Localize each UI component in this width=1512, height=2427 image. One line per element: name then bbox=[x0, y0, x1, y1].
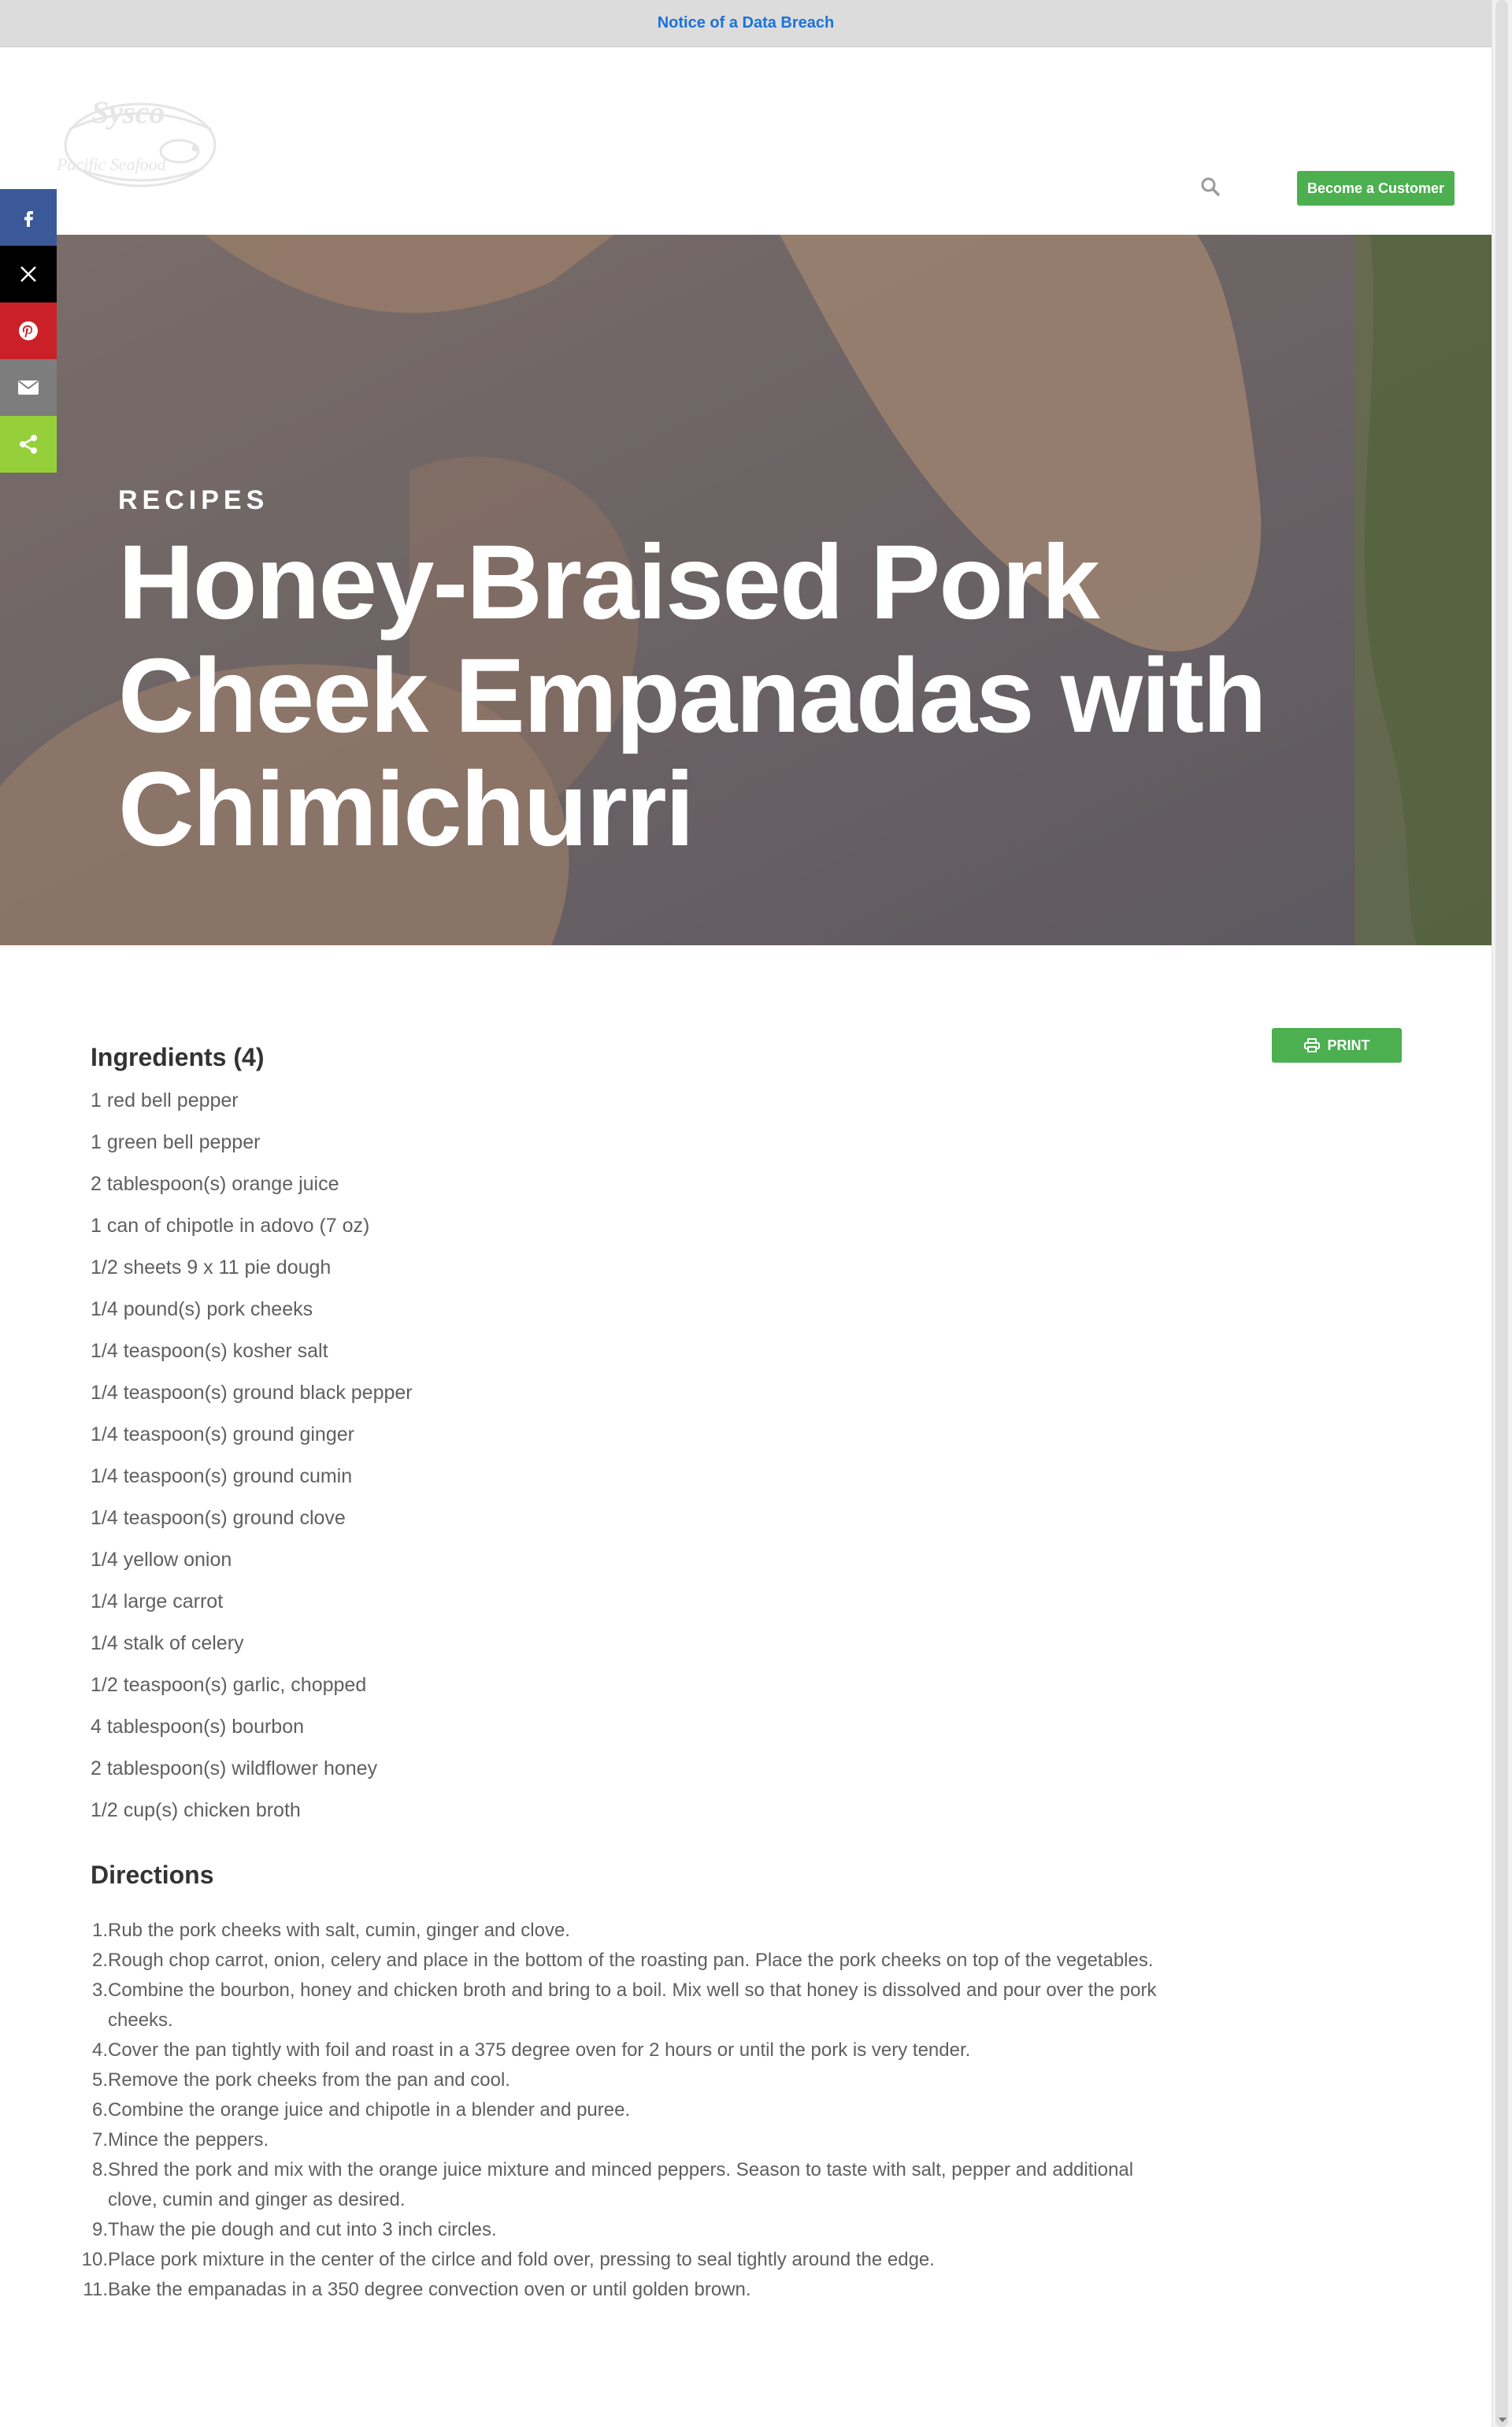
directions-list: 1. Rub the pork cheeks with salt, cumin, … bbox=[82, 1916, 1162, 2305]
share-pinterest-button[interactable] bbox=[0, 302, 57, 359]
step-number: 4. bbox=[91, 2039, 108, 2061]
ingredient-item: 1/4 teaspoon(s) ground clove bbox=[91, 1507, 346, 1529]
direction-step: 6. Combine the orange juice and chipotle … bbox=[91, 2095, 1162, 2125]
svg-text:Sysco: Sysco bbox=[91, 95, 165, 130]
search-button[interactable] bbox=[1197, 173, 1224, 200]
ingredient-item: 1/2 cup(s) chicken broth bbox=[91, 1799, 301, 1821]
ingredients-heading: Ingredients (4) bbox=[91, 1043, 265, 1071]
pinterest-icon bbox=[19, 321, 38, 340]
ingredient-item: 1/4 pound(s) pork cheeks bbox=[91, 1298, 313, 1320]
notice-bar: Notice of a Data Breach bbox=[0, 0, 1492, 47]
page-scrollbar[interactable] bbox=[1492, 0, 1512, 2427]
step-number: 6. bbox=[91, 2099, 108, 2121]
ingredients-list: 1 red bell pepper 1 green bell pepper 2 … bbox=[91, 1081, 413, 1832]
ingredient-item: 1/4 teaspoon(s) kosher salt bbox=[91, 1340, 328, 1362]
ingredient-item: 1/2 teaspoon(s) garlic, chopped bbox=[91, 1674, 367, 1696]
facebook-icon bbox=[24, 211, 33, 227]
ingredient-item: 1/4 stalk of celery bbox=[91, 1632, 244, 1654]
scrollbar-thumb[interactable] bbox=[1495, 0, 1508, 2427]
direction-step: 11. Bake the empanadas in a 350 degree co… bbox=[83, 2275, 1162, 2305]
share-icon bbox=[20, 435, 37, 454]
ingredient-item: 1/4 teaspoon(s) ground ginger bbox=[91, 1423, 354, 1445]
hero-eyebrow: RECIPES bbox=[118, 485, 269, 515]
ingredient-item: 1 can of chipotle in adovo (7 oz) bbox=[91, 1215, 370, 1237]
direction-step: 8. Shred the pork and mix with the orange… bbox=[91, 2155, 1162, 2215]
direction-step: 10. Place pork mixture in the center of t… bbox=[82, 2245, 1162, 2275]
ingredient-item: 1 red bell pepper bbox=[91, 1089, 239, 1111]
site-header: Sysco Pacific Seafood Become a Customer bbox=[0, 47, 1492, 235]
directions-heading: Directions bbox=[91, 1861, 214, 1889]
share-x-button[interactable] bbox=[0, 246, 57, 302]
print-button[interactable]: PRINT bbox=[1272, 1028, 1402, 1063]
hero-banner: RECIPES Honey-Braised Pork Cheek Empanad… bbox=[0, 235, 1492, 945]
email-icon bbox=[18, 380, 39, 395]
ingredient-item: 1/2 sheets 9 x 11 pie dough bbox=[91, 1256, 332, 1278]
step-number: 7. bbox=[91, 2129, 108, 2151]
ingredient-item: 1 green bell pepper bbox=[91, 1131, 261, 1153]
direction-step: 7. Mince the peppers. bbox=[91, 2125, 1162, 2155]
become-customer-button[interactable]: Become a Customer bbox=[1297, 171, 1455, 206]
page-title: Honey-Braised Pork Cheek Empanadas with … bbox=[118, 524, 1267, 868]
logo-graphic: Sysco Pacific Seafood bbox=[56, 95, 217, 187]
site-logo[interactable]: Sysco Pacific Seafood bbox=[46, 82, 235, 200]
ingredient-item: 1/4 large carrot bbox=[91, 1590, 224, 1612]
direction-step: 9. Thaw the pie dough and cut into 3 inch… bbox=[91, 2215, 1162, 2245]
printer-icon bbox=[1303, 1038, 1320, 1052]
direction-step: 3. Combine the bourbon, honey and chicken… bbox=[91, 1976, 1162, 2035]
search-icon bbox=[1201, 177, 1220, 196]
step-number: 10. bbox=[81, 2249, 108, 2270]
ingredient-item: 4 tablespoon(s) bourbon bbox=[91, 1716, 305, 1738]
scroll-down-arrow-icon[interactable] bbox=[1499, 2418, 1506, 2422]
step-number: 8. bbox=[91, 2159, 108, 2180]
direction-step: 1. Rub the pork cheeks with salt, cumin, … bbox=[91, 1916, 1162, 1946]
ingredient-item: 1/4 teaspoon(s) ground black pepper bbox=[91, 1382, 413, 1404]
step-number: 1. bbox=[91, 1920, 108, 1941]
share-more-button[interactable] bbox=[0, 416, 57, 473]
ingredient-item: 1/4 teaspoon(s) ground cumin bbox=[91, 1465, 353, 1487]
ingredient-item: 2 tablespoon(s) orange juice bbox=[91, 1173, 339, 1195]
social-share-bar bbox=[0, 189, 57, 473]
direction-step: 4. Cover the pan tightly with foil and ro… bbox=[91, 2035, 1162, 2065]
share-facebook-button[interactable] bbox=[0, 189, 57, 246]
data-breach-notice-link[interactable]: Notice of a Data Breach bbox=[658, 14, 835, 32]
step-number: 11. bbox=[83, 2279, 108, 2300]
svg-text:Pacific Seafood: Pacific Seafood bbox=[56, 154, 167, 174]
direction-step: 5. Remove the pork cheeks from the pan an… bbox=[91, 2065, 1162, 2095]
step-number: 9. bbox=[91, 2219, 108, 2240]
x-icon bbox=[20, 266, 36, 282]
step-number: 5. bbox=[91, 2069, 108, 2091]
ingredient-item: 1/4 yellow onion bbox=[91, 1549, 232, 1571]
share-email-button[interactable] bbox=[0, 359, 57, 416]
step-number: 2. bbox=[91, 1950, 108, 1971]
step-number: 3. bbox=[91, 1980, 108, 2001]
print-label: PRINT bbox=[1327, 1037, 1370, 1053]
direction-step: 2. Rough chop carrot, onion, celery and p… bbox=[91, 1946, 1162, 1976]
ingredient-item: 2 tablespoon(s) wildflower honey bbox=[91, 1757, 378, 1779]
